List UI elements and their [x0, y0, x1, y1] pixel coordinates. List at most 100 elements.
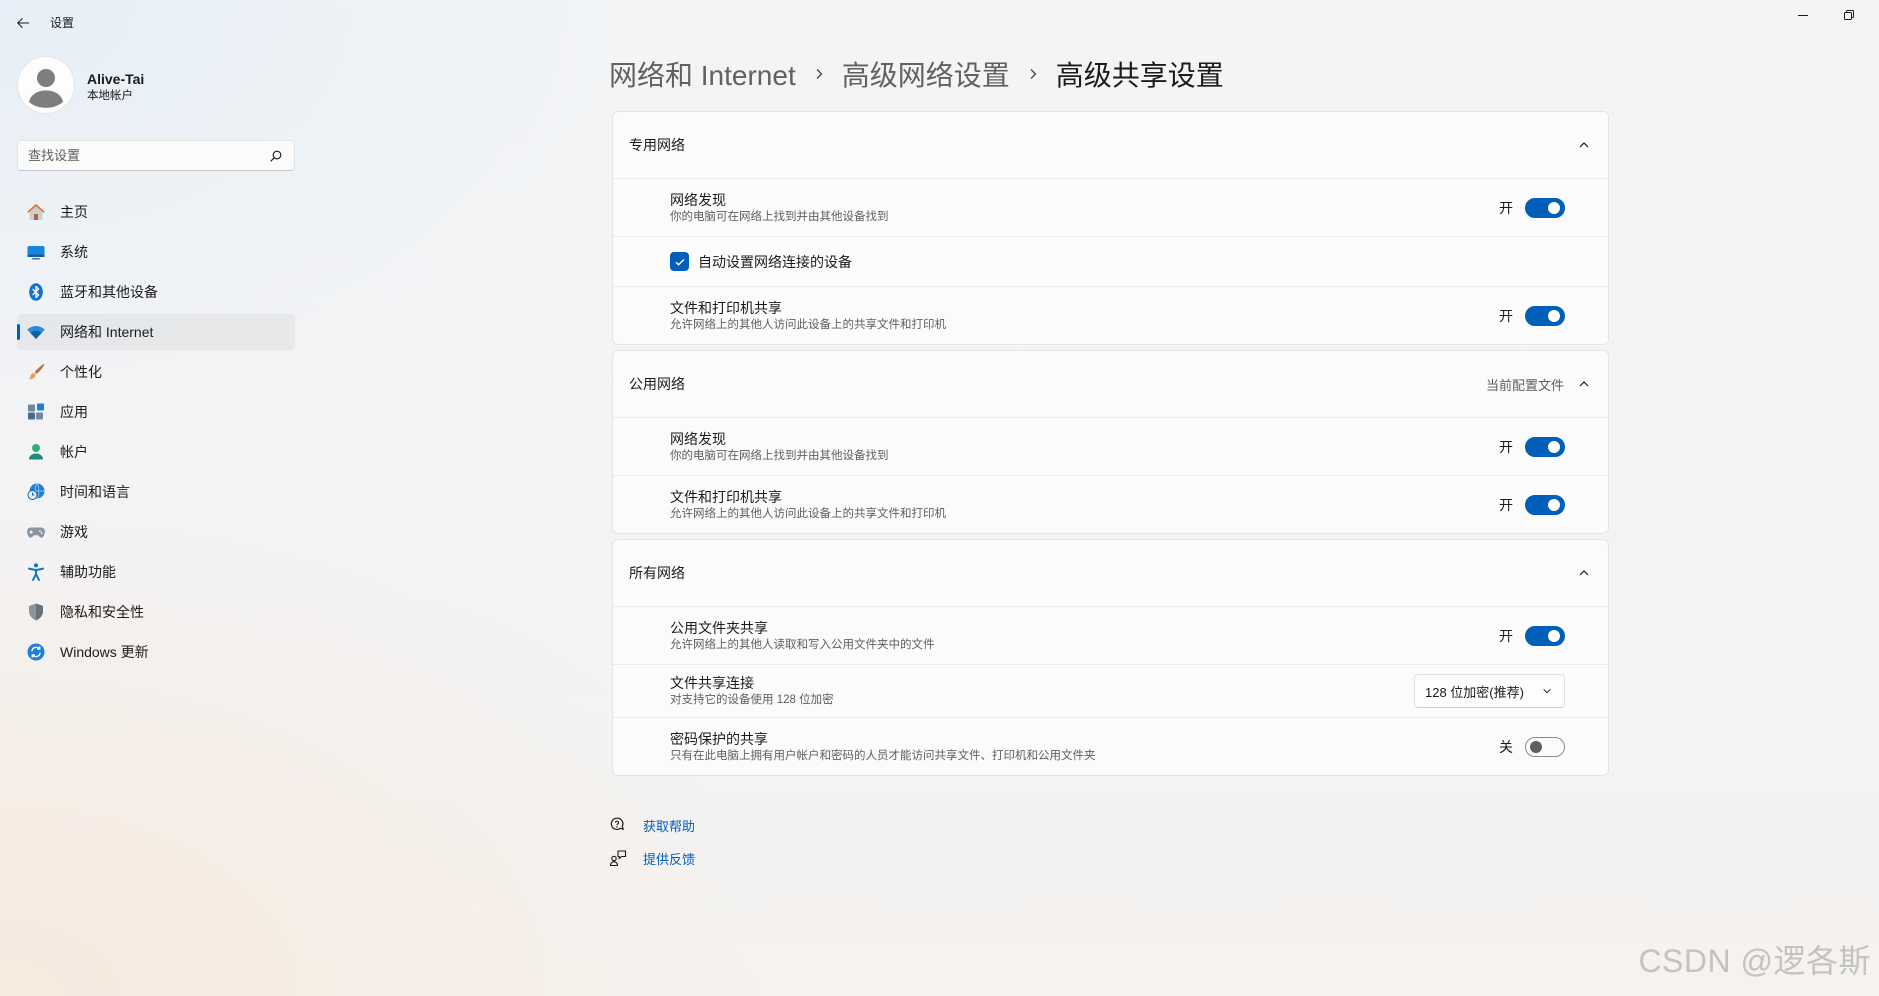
- dropdown-value: 128 位加密(推荐): [1425, 684, 1524, 700]
- setting-row-auto-setup: 自动设置网络连接的设备: [613, 236, 1608, 286]
- setting-description: 你的电脑可在网络上找到并由其他设备找到: [670, 449, 889, 462]
- breadcrumb-item-network[interactable]: 网络和 Internet: [609, 54, 796, 94]
- sidebar-item-time-language[interactable]: 时间和语言: [17, 474, 295, 510]
- setting-description: 允许网络上的其他人读取和写入公用文件夹中的文件: [670, 638, 935, 651]
- network-discovery-toggle[interactable]: [1525, 436, 1565, 457]
- setting-row-file-printer-sharing: 文件和打印机共享 允许网络上的其他人访问此设备上的共享文件和打印机 开: [613, 286, 1608, 344]
- setting-title: 密码保护的共享: [670, 730, 768, 747]
- checkbox-label[interactable]: 自动设置网络连接的设备: [698, 253, 852, 271]
- setting-title: 公用文件夹共享: [670, 619, 768, 636]
- setting-title: 文件和打印机共享: [670, 488, 782, 505]
- setting-row-network-discovery: 网络发现 你的电脑可在网络上找到并由其他设备找到 开: [613, 417, 1608, 475]
- sidebar-item-personalization[interactable]: 个性化: [17, 354, 295, 390]
- back-button[interactable]: [8, 9, 38, 37]
- file-printer-sharing-toggle[interactable]: [1525, 494, 1565, 515]
- link-label[interactable]: 提供反馈: [643, 849, 695, 868]
- setting-row-password-protected-sharing: 密码保护的共享 只有在此电脑上拥有用户帐户和密码的人员才能访问共享文件、打印机和…: [613, 717, 1608, 775]
- feedback-icon: [609, 849, 627, 867]
- file-printer-sharing-toggle[interactable]: [1525, 305, 1565, 326]
- apps-icon: [26, 402, 46, 422]
- chevron-up-icon[interactable]: [1578, 567, 1590, 579]
- setting-row-network-discovery: 网络发现 你的电脑可在网络上找到并由其他设备找到 开: [613, 178, 1608, 236]
- sidebar-item-label: 时间和语言: [60, 484, 130, 500]
- link-label[interactable]: 获取帮助: [643, 816, 695, 835]
- search-input[interactable]: [18, 141, 269, 170]
- setting-description: 你的电脑可在网络上找到并由其他设备找到: [670, 210, 889, 223]
- sidebar-item-label: 游戏: [60, 524, 88, 540]
- section-title: 专用网络: [629, 137, 685, 153]
- chevron-up-icon[interactable]: [1578, 378, 1590, 390]
- chevron-up-icon[interactable]: [1578, 139, 1590, 151]
- sidebar-item-label: Windows 更新: [60, 644, 149, 660]
- sidebar-nav: 主页 系统 蓝牙和其他设备 网络和 Internet 个性化 应用 帐户 时间和…: [17, 194, 295, 674]
- minimize-button[interactable]: [1780, 0, 1826, 30]
- home-icon: [26, 202, 46, 222]
- sidebar-item-accessibility[interactable]: 辅助功能: [17, 554, 295, 590]
- sidebar-item-label: 帐户: [60, 444, 88, 460]
- section-header[interactable]: 所有网络: [613, 540, 1608, 606]
- get-help-link[interactable]: 获取帮助: [609, 813, 695, 837]
- app-title: 设置: [50, 16, 75, 30]
- account-icon: [26, 442, 46, 462]
- section-private-network: 专用网络 网络发现 你的电脑可在网络上找到并由其他设备找到 开 自动设置网络连接…: [612, 111, 1609, 345]
- search-box[interactable]: [17, 140, 295, 171]
- sidebar-item-system[interactable]: 系统: [17, 234, 295, 270]
- section-header[interactable]: 专用网络: [613, 112, 1608, 178]
- setting-title: 文件共享连接: [670, 675, 754, 691]
- default-avatar-icon: [17, 56, 75, 114]
- feedback-link[interactable]: 提供反馈: [609, 846, 695, 870]
- section-title: 所有网络: [629, 565, 685, 581]
- sidebar-item-label: 隐私和安全性: [60, 604, 144, 620]
- setting-description: 允许网络上的其他人访问此设备上的共享文件和打印机: [670, 507, 946, 520]
- brush-icon: [26, 362, 46, 382]
- network-discovery-toggle[interactable]: [1525, 197, 1565, 218]
- sidebar-item-home[interactable]: 主页: [17, 194, 295, 230]
- encryption-dropdown[interactable]: 128 位加密(推荐): [1414, 674, 1565, 708]
- password-protected-sharing-toggle[interactable]: [1525, 736, 1565, 757]
- breadcrumb-item-advanced-network[interactable]: 高级网络设置: [842, 54, 1010, 94]
- restore-icon: [1844, 10, 1854, 20]
- user-name: Alive-Tai: [87, 71, 145, 87]
- auto-setup-checkbox[interactable]: [670, 252, 689, 271]
- accessibility-icon: [26, 562, 46, 582]
- toggle-state-label: 开: [1499, 438, 1513, 455]
- setting-description: 允许网络上的其他人访问此设备上的共享文件和打印机: [670, 318, 946, 331]
- sidebar-item-apps[interactable]: 应用: [17, 394, 295, 430]
- sidebar-item-windows-update[interactable]: Windows 更新: [17, 634, 295, 670]
- sidebar-item-label: 系统: [60, 244, 88, 260]
- section-public-network: 公用网络 当前配置文件 网络发现 你的电脑可在网络上找到并由其他设备找到 开 文…: [612, 350, 1609, 534]
- section-header[interactable]: 公用网络 当前配置文件: [613, 351, 1608, 417]
- system-monitor-icon: [26, 242, 46, 262]
- sidebar-item-bluetooth[interactable]: 蓝牙和其他设备: [17, 274, 295, 310]
- sidebar-item-network[interactable]: 网络和 Internet: [17, 314, 295, 350]
- back-arrow-icon: [17, 18, 30, 28]
- settings-sections: 专用网络 网络发现 你的电脑可在网络上找到并由其他设备找到 开 自动设置网络连接…: [612, 111, 1609, 776]
- help-links: 获取帮助 提供反馈: [609, 813, 695, 879]
- avatar[interactable]: [17, 56, 75, 114]
- sidebar-item-label: 辅助功能: [60, 564, 116, 580]
- breadcrumb-chevron-icon: [812, 67, 826, 81]
- account-type: 本地帐户: [87, 90, 133, 102]
- toggle-state-label: 开: [1499, 307, 1513, 324]
- globe-clock-icon: [26, 482, 46, 502]
- shield-icon: [26, 602, 46, 622]
- get-help-icon: [609, 816, 627, 834]
- sidebar-item-label: 应用: [60, 404, 88, 420]
- bluetooth-icon: [26, 282, 46, 302]
- setting-row-file-printer-sharing: 文件和打印机共享 允许网络上的其他人访问此设备上的共享文件和打印机 开: [613, 475, 1608, 533]
- setting-title: 网络发现: [670, 191, 726, 208]
- section-all-networks: 所有网络 公用文件夹共享 允许网络上的其他人读取和写入公用文件夹中的文件 开 文…: [612, 539, 1609, 776]
- sidebar-item-accounts[interactable]: 帐户: [17, 434, 295, 470]
- search-icon[interactable]: [269, 149, 283, 163]
- user-profile[interactable]: Alive-Tai 本地帐户: [17, 56, 295, 114]
- sidebar-item-privacy-security[interactable]: 隐私和安全性: [17, 594, 295, 630]
- public-folder-sharing-toggle[interactable]: [1525, 625, 1565, 646]
- setting-row-file-sharing-connections: 文件共享连接 对支持它的设备使用 128 位加密 128 位加密(推荐): [613, 664, 1608, 717]
- restore-button[interactable]: [1826, 0, 1872, 30]
- sidebar-item-gaming[interactable]: 游戏: [17, 514, 295, 550]
- sidebar-item-label: 网络和 Internet: [60, 324, 154, 340]
- sidebar-item-label: 蓝牙和其他设备: [60, 284, 158, 300]
- sidebar-item-label: 个性化: [60, 364, 102, 380]
- toggle-state-label: 开: [1499, 496, 1513, 513]
- current-profile-label: 当前配置文件: [1485, 377, 1564, 393]
